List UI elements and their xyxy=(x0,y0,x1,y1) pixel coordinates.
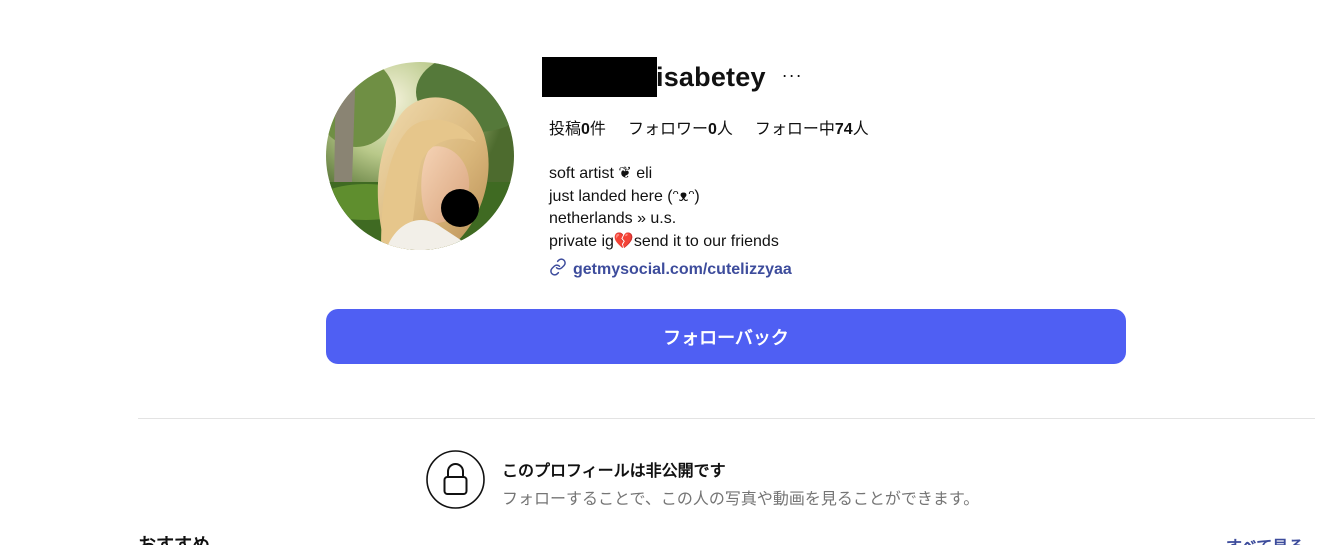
profile-bio: soft artist ❦ eli just landed here (ᵔᴥᵔ)… xyxy=(549,163,779,254)
posts-unit: 件 xyxy=(589,121,606,138)
bio-link[interactable]: getmysocial.com/cutelizzyaa xyxy=(549,258,792,281)
bio-line: just landed here (ᵔᴥᵔ) xyxy=(549,187,700,205)
followers-label: フォロワー xyxy=(627,121,708,138)
bio-line: soft artist ❦ eli xyxy=(549,165,653,182)
posts-label: 投稿 xyxy=(549,121,582,138)
bio-line: private ig💔send it to our friends xyxy=(549,233,779,251)
profile-avatar[interactable] xyxy=(326,62,514,250)
section-divider xyxy=(138,418,1315,419)
bio-link-text: getmysocial.com/cutelizzyaa xyxy=(573,260,792,278)
redaction-box xyxy=(542,57,657,97)
followers-unit: 人 xyxy=(716,121,733,138)
link-icon xyxy=(549,258,567,281)
avatar-photo xyxy=(326,62,514,250)
private-profile-title: このプロフィールは非公開です xyxy=(502,463,726,480)
followers-count: 0 xyxy=(707,121,717,138)
following-stat[interactable]: フォロー中74人 xyxy=(755,115,869,139)
following-unit: 人 xyxy=(852,121,869,138)
following-label: フォロー中 xyxy=(754,121,835,138)
username: isabetey xyxy=(656,61,766,92)
follow-back-button[interactable]: フォローバック xyxy=(326,309,1126,364)
username-row: isabetey ··· xyxy=(542,57,803,97)
lock-icon xyxy=(426,450,485,509)
more-options-button[interactable]: ··· xyxy=(782,65,803,86)
posts-stat: 投稿0件 xyxy=(549,115,606,139)
profile-page: isabetey ··· 投稿0件 フォロワー0人 フォロー中74人 soft … xyxy=(0,0,1335,545)
recommendations-heading: おすすめ xyxy=(138,535,210,545)
bio-line: netherlands » u.s. xyxy=(549,210,677,228)
see-all-link[interactable]: すべて見る xyxy=(1226,533,1304,545)
profile-stats: 投稿0件 フォロワー0人 フォロー中74人 xyxy=(549,115,891,139)
posts-count: 0 xyxy=(581,121,590,138)
following-count: 74 xyxy=(834,121,853,138)
private-profile-subtitle: フォローすることで、この人の写真や動画を見ることができます。 xyxy=(502,491,980,508)
followers-stat[interactable]: フォロワー0人 xyxy=(628,115,733,139)
